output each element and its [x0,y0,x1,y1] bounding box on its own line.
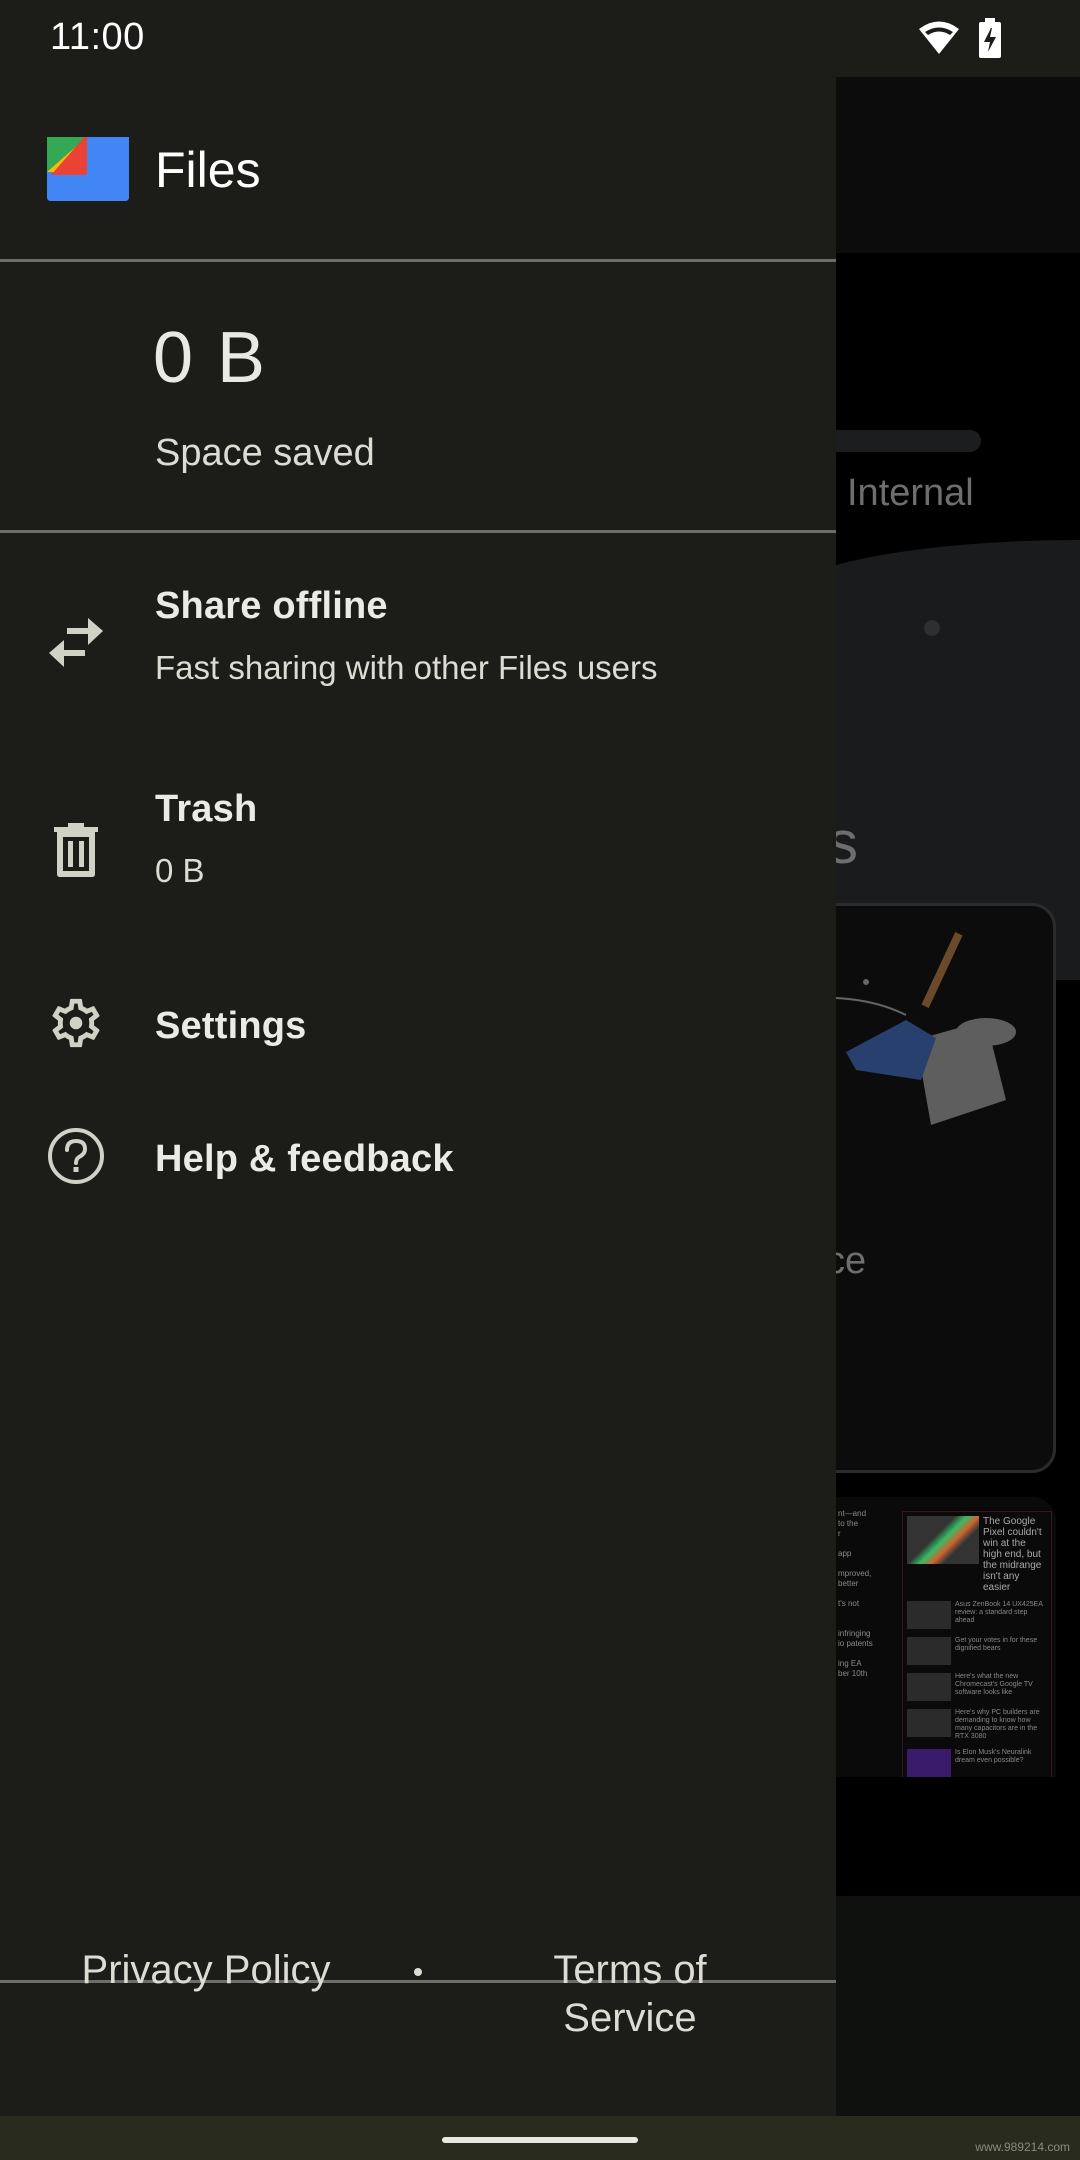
drawer-header: Files [0,77,836,259]
space-saved-label: Space saved [155,432,375,474]
navigation-drawer: Files 0 B Space saved Share offline Fast… [0,77,836,2116]
home-gesture-handle[interactable] [442,2137,638,2143]
trash-icon [44,818,108,882]
wifi-icon [919,21,959,54]
terms-of-service-link[interactable]: Terms of Service [520,1946,740,2042]
watermark: www.989214.com [975,2140,1070,2154]
swap-arrows-icon [44,611,108,675]
drawer-item-title: Settings [155,1005,307,1047]
footer-separator-dot [414,1968,422,1976]
drawer-item-subtitle: 0 B [155,852,205,889]
status-bar: 11:00 [0,0,1080,77]
help-circle-icon [44,1124,108,1188]
status-time: 11:00 [50,16,145,58]
app-title: Files [155,142,261,198]
drawer-item-trash[interactable]: Trash 0 B [0,780,836,930]
drawer-item-subtitle: Fast sharing with other Files users [155,649,658,686]
drawer-item-title: Share offline [155,585,388,627]
battery-charging-icon [979,18,1001,58]
privacy-policy-link[interactable]: Privacy Policy [64,1946,348,1994]
status-icons [918,18,1002,58]
files-app-logo-icon [47,137,129,201]
terms-line-2: Service [563,1996,697,2040]
divider [0,259,836,262]
drawer-item-settings[interactable]: Settings [0,977,836,1087]
divider [0,530,836,533]
drawer-item-title: Help & feedback [155,1138,454,1180]
gear-icon [44,991,108,1055]
terms-line-1: Terms of [553,1948,707,1992]
drawer-item-share-offline[interactable]: Share offline Fast sharing with other Fi… [0,577,836,727]
space-saved-value: 0 B [153,318,268,398]
drawer-item-help-feedback[interactable]: Help & feedback [0,1110,836,1220]
drawer-item-title: Trash [155,788,258,830]
